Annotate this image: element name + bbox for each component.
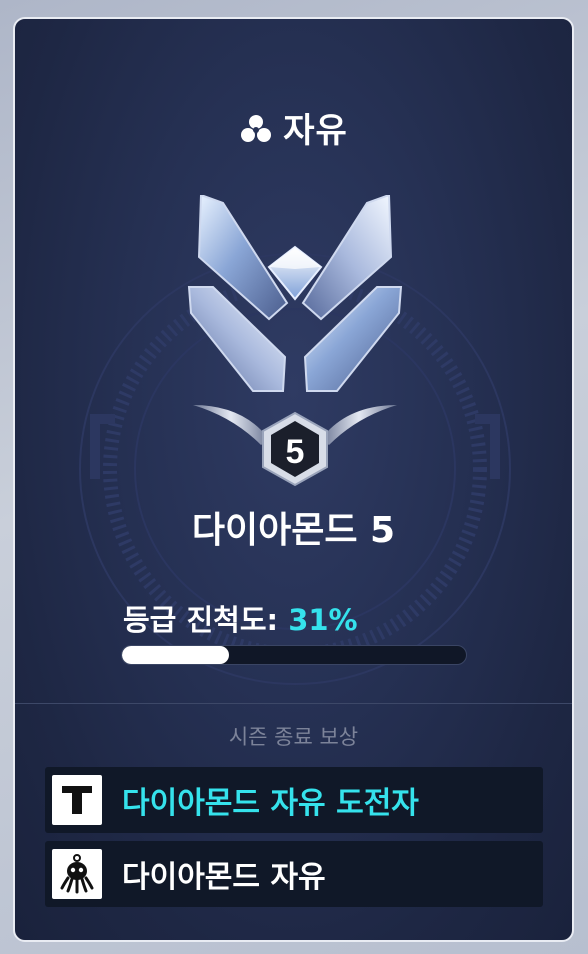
reward-label: 다이아몬드 자유 <box>122 860 326 895</box>
mode-header: 자유 <box>15 103 572 152</box>
progress-label: 등급 진척도: 31% <box>123 597 358 639</box>
three-circles-icon <box>241 114 272 142</box>
division-number: 5 <box>286 433 305 471</box>
progress-bar-fill <box>122 646 229 664</box>
reward-item-title[interactable]: 다이아몬드 자유 도전자 <box>45 767 543 833</box>
title-t-icon <box>52 775 102 825</box>
reward-label: 다이아몬드 자유 도전자 <box>122 786 419 821</box>
rewards-title: 시즌 종료 보상 <box>228 725 359 749</box>
reward-item-icon[interactable]: 다이아몬드 자유 <box>45 841 543 907</box>
progress-percent: 31% <box>288 603 358 637</box>
octopus-icon <box>52 849 102 899</box>
progress-bar <box>121 645 467 665</box>
rank-card: 자유 5 다이아몬드 5 등급 진척도: 31% 시즌 종료 보상 다이아몬드 … <box>13 17 574 942</box>
mode-title: 자유 <box>283 111 348 151</box>
tier-name: 다이아몬드 5 <box>191 510 396 551</box>
divider <box>15 703 572 704</box>
diamond-emblem: 5 <box>187 195 403 487</box>
progress-label-text: 등급 진척도: <box>123 603 279 637</box>
